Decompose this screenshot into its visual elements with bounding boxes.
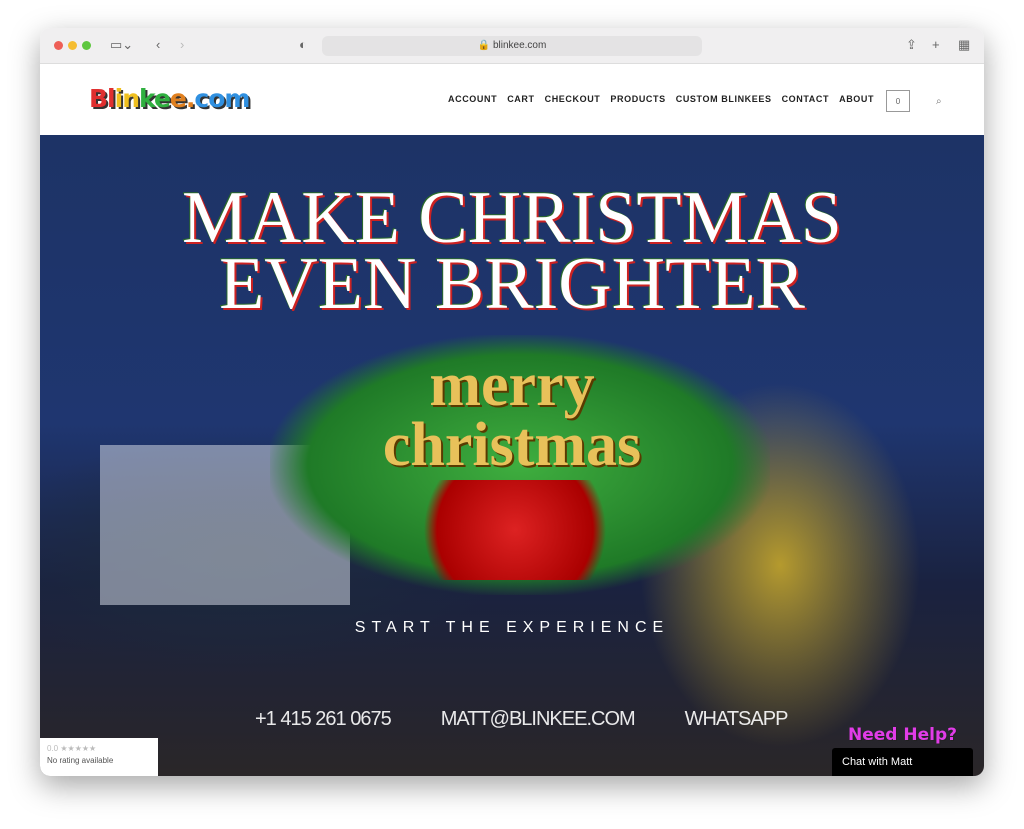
sidebar-icon[interactable]: ▭⌄ [110,37,133,53]
nav-about[interactable]: ABOUT [839,94,874,104]
logo[interactable]: Blinkee.com [89,84,250,113]
browser-window: ▭⌄ ‹ › ◐ 🔒 blinkee.com ⇪ + ▦ Blinkee.com… [40,28,984,776]
back-icon[interactable]: ‹ [156,37,160,52]
start-experience-link[interactable]: START THE EXPERIENCE [40,619,984,637]
nav-checkout[interactable]: CHECKOUT [545,94,601,104]
new-tab-icon[interactable]: + [932,37,940,52]
address-bar[interactable]: 🔒 blinkee.com [322,36,702,56]
merry-christmas-graphic: merry christmas [40,351,984,479]
hero-title: MAKE CHRISTMAS EVEN BRIGHTER [40,177,984,325]
whatsapp-link[interactable]: WHATSAPP [685,708,789,731]
graphic-line1: merry [429,351,595,419]
close-button[interactable] [54,41,63,50]
chat-button[interactable]: Chat with Matt [832,748,973,776]
phone-link[interactable]: +1 415 261 0675 [255,708,392,731]
browser-toolbar: ▭⌄ ‹ › ◐ 🔒 blinkee.com ⇪ + ▦ [40,28,984,64]
nav-account[interactable]: ACCOUNT [448,94,497,104]
forward-icon[interactable]: › [180,37,184,52]
url-text: blinkee.com [492,40,547,51]
hero-title-line1: MAKE CHRISTMAS [182,177,842,259]
cart-bag-icon[interactable]: 0 [886,90,910,112]
email-link[interactable]: MATT@BLINKEE.COM [441,708,636,731]
graphic-line2: christmas [382,411,642,479]
tabs-overview-icon[interactable]: ▦ [958,37,970,53]
site-header: Blinkee.com ACCOUNT CART CHECKOUT PRODUC… [40,64,984,135]
minimize-button[interactable] [68,41,77,50]
hero-banner: MAKE CHRISTMAS EVEN BRIGHTER merry christm… [40,135,984,776]
contact-links: +1 415 261 0675 MATT@BLINKEE.COM WHATSAP… [255,708,789,731]
share-icon[interactable]: ⇪ [906,37,917,53]
need-help-label: Need Help? [848,725,957,745]
rating-score: 0.0 ★★★★★ [47,744,97,753]
rating-text: No rating available [47,756,114,765]
shield-icon[interactable]: ◐ [299,37,307,52]
nav-custom-blinkees[interactable]: CUSTOM BLINKEES [676,94,772,104]
search-icon[interactable]: ⌕ [936,96,942,107]
nav-contact[interactable]: CONTACT [782,94,830,104]
main-nav: ACCOUNT CART CHECKOUT PRODUCTS CUSTOM BL… [448,94,874,104]
nav-cart[interactable]: CART [507,94,534,104]
hero-title-line2: EVEN BRIGHTER [219,243,805,325]
bow-graphic [395,480,635,580]
nav-products[interactable]: PRODUCTS [610,94,665,104]
maximize-button[interactable] [82,41,91,50]
rating-widget[interactable]: 0.0 ★★★★★ No rating available [40,738,158,776]
